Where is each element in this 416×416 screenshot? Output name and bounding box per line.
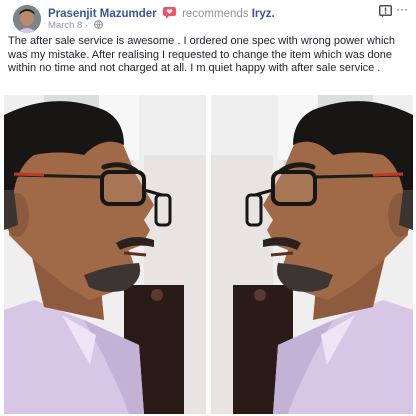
avatar-photo (13, 5, 41, 33)
recommend-icon (162, 7, 176, 23)
recommends-text: recommends (182, 8, 249, 20)
globe-icon (93, 20, 103, 32)
post-photo[interactable] (4, 95, 413, 414)
report-icon[interactable] (379, 5, 392, 23)
review-post: Prasenjit Mazumder recommends Iryz. Marc… (0, 0, 416, 416)
avatar[interactable] (13, 5, 41, 33)
page-name[interactable]: Iryz. (252, 8, 275, 20)
post-header: Prasenjit Mazumder recommends Iryz. Marc… (0, 0, 416, 34)
date-separator: · (84, 20, 89, 31)
author-name[interactable]: Prasenjit Mazumder (48, 8, 157, 20)
post-meta: March 8 · (48, 20, 103, 32)
post-date[interactable]: March 8 (48, 20, 82, 31)
more-options-button[interactable]: ··· (396, 2, 408, 16)
post-body-text: The after sale service is awesome . I or… (8, 35, 396, 75)
